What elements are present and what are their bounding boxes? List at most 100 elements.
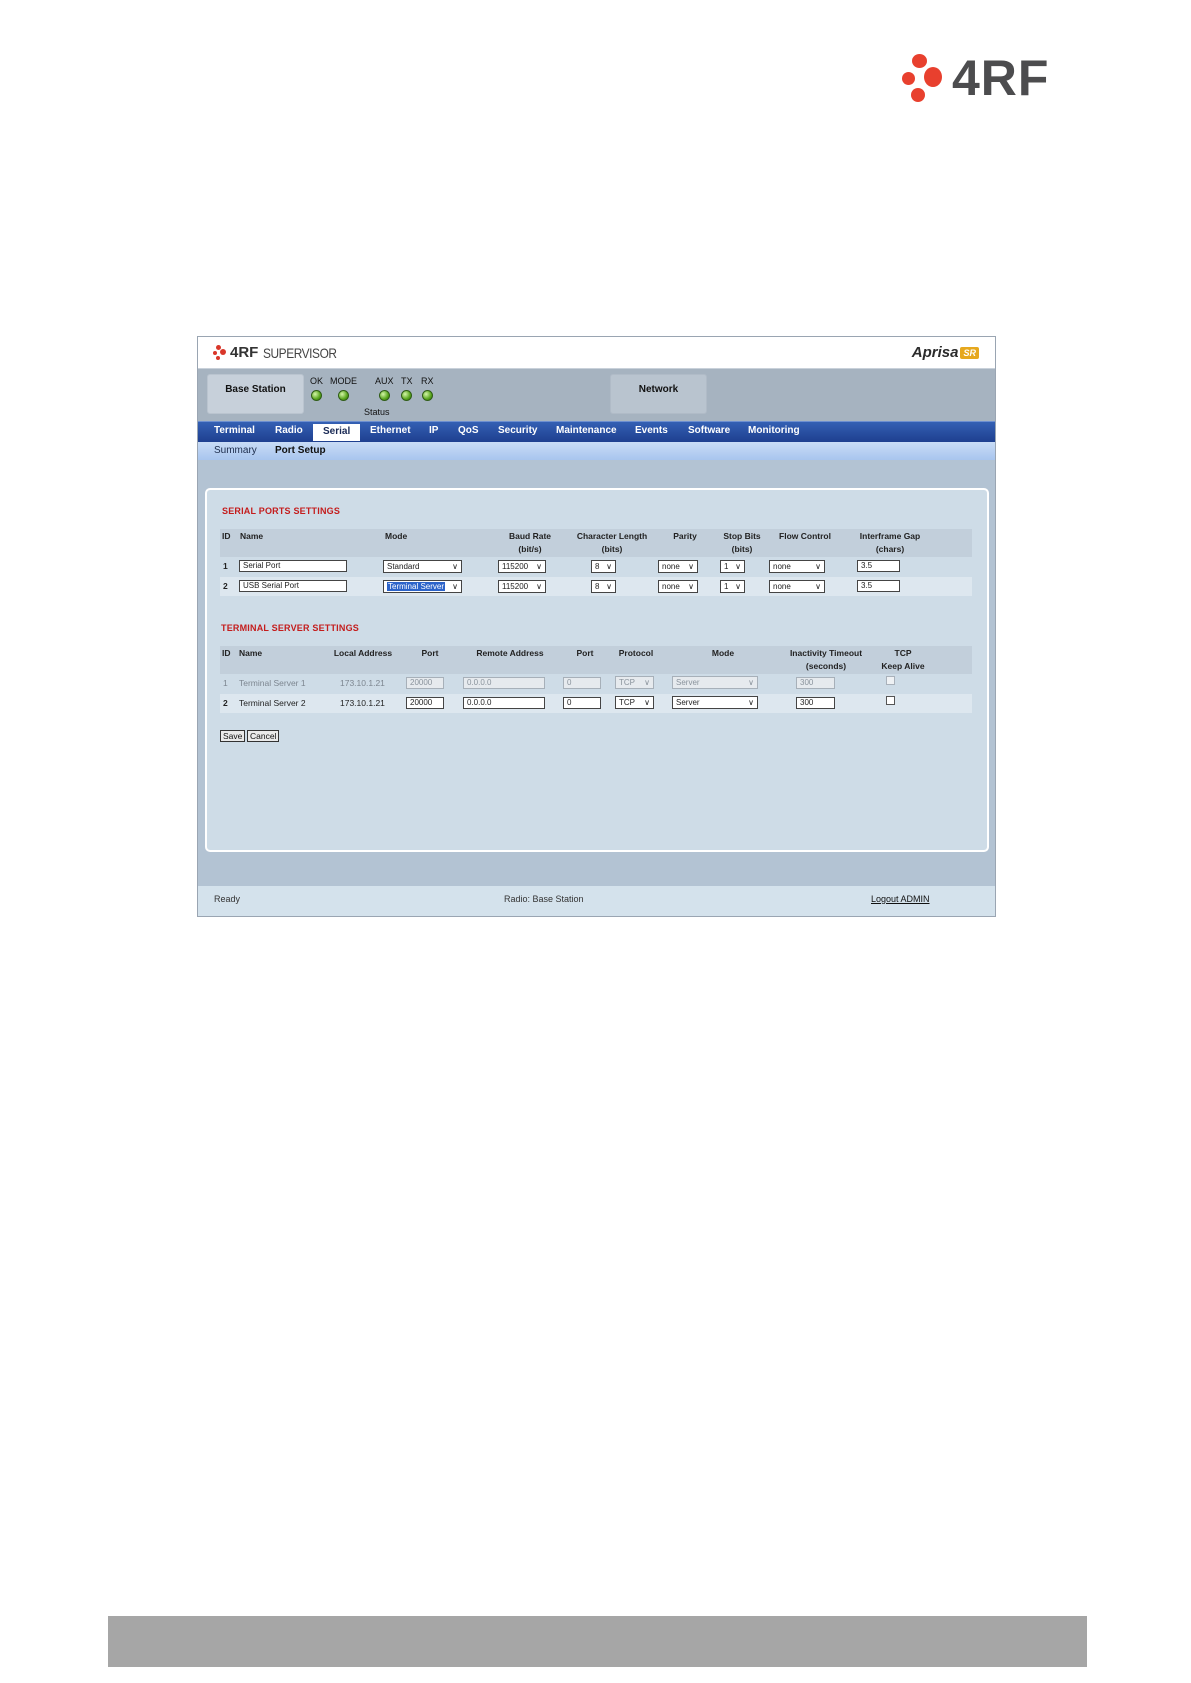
server-mode-select[interactable]: Server ∨ [672,676,758,689]
4rf-dots-icon [902,54,948,102]
aux-led-icon [378,390,390,401]
col-interframe-gap: Interframe Gap (chars) [852,530,928,556]
protocol-select[interactable]: TCP ∨ [615,696,654,709]
mode-select[interactable]: Standard ∨ [383,560,462,573]
led-label: MODE [330,376,357,386]
col-flow-control: Flow Control [779,531,831,541]
mode-value: Terminal Server [387,582,446,591]
char-length-select[interactable]: 8 ∨ [591,560,616,573]
flow-control-select[interactable]: none ∨ [769,560,825,573]
chevron-down-icon: ∨ [536,582,542,591]
flow-value: none [773,582,791,591]
flow-control-select[interactable]: none ∨ [769,580,825,593]
tab-ethernet[interactable]: Ethernet [370,425,411,436]
led-label: AUX [375,376,394,386]
network-button[interactable]: Network [610,374,707,414]
col-gap-line2: (chars) [875,544,905,554]
remote-address-input[interactable]: 0.0.0.0 [463,697,545,709]
stop-bits-select[interactable]: 1 ∨ [720,580,745,593]
subtab-port-setup[interactable]: Port Setup [275,445,326,456]
col-port: Port [421,648,439,658]
port-name-input[interactable]: USB Serial Port [239,580,347,592]
keep-alive-checkbox[interactable] [886,676,895,685]
local-address: 173.10.1.21 [340,698,385,708]
main-nav: Terminal Radio Serial Ethernet IP QoS Se… [198,421,995,442]
mode-value: Standard [387,562,420,571]
char-length-value: 8 [595,562,600,571]
gap-input[interactable]: 3.5 [857,560,900,572]
stop-bits-select[interactable]: 1 ∨ [720,560,745,573]
tab-radio[interactable]: Radio [275,425,303,436]
led-tx: TX [401,376,413,401]
timeout-input[interactable]: 300 [796,677,835,689]
tab-serial[interactable]: Serial [313,424,361,441]
mode-select[interactable]: Terminal Server ∨ [383,580,462,593]
flow-value: none [773,562,791,571]
row-id: 2 [223,581,228,591]
port-input[interactable]: 20000 [406,677,444,689]
keep-alive-checkbox[interactable] [886,696,895,705]
server-mode-select[interactable]: Server ∨ [672,696,758,709]
protocol-select[interactable]: TCP ∨ [615,676,654,689]
parity-value: none [662,582,680,591]
led-ok: OK [310,376,323,401]
col-stop-line1: Stop Bits [723,531,761,541]
tab-terminal[interactable]: Terminal [214,425,255,436]
network-label: Network [638,384,679,395]
server-mode-value: Server [676,678,700,687]
save-button[interactable]: Save [220,730,246,742]
tab-events[interactable]: Events [635,425,668,436]
col-parity: Parity [673,531,697,541]
station-button[interactable]: Base Station [207,374,304,414]
baud-select[interactable]: 115200 ∨ [498,560,546,573]
col-gap-line1: Interframe Gap [859,531,921,541]
logout-link[interactable]: Logout ADMIN [871,894,930,904]
parity-select[interactable]: none ∨ [658,560,698,573]
cancel-button[interactable]: Cancel [247,730,280,742]
col-tcp-line2: Keep Alive [881,661,925,671]
chevron-down-icon: ∨ [452,582,458,591]
col-timeout-line1: Inactivity Timeout [789,648,863,658]
protocol-value: TCP [619,678,635,687]
terminal-section-title: TERMINAL SERVER SETTINGS [221,623,359,633]
stop-bits-value: 1 [724,582,729,591]
col-name: Name [240,531,264,541]
baud-select[interactable]: 115200 ∨ [498,580,546,593]
col-char-length: Character Length (bits) [572,530,652,556]
tab-software[interactable]: Software [688,425,730,436]
char-length-select[interactable]: 8 ∨ [591,580,616,593]
local-address: 173.10.1.21 [340,678,385,688]
chevron-down-icon: ∨ [735,562,741,571]
logo-product: SUPERVISOR [263,344,337,361]
led-rx: RX [421,376,434,401]
subtab-summary[interactable]: Summary [214,445,257,456]
baud-value: 115200 [502,562,529,571]
tab-maintenance[interactable]: Maintenance [556,425,617,436]
port-input[interactable]: 20000 [406,697,444,709]
settings-panel: SERIAL PORTS SETTINGS ID Name Mode Baud … [205,488,989,852]
timeout-input[interactable]: 300 [796,697,835,709]
tx-led-icon [401,390,413,401]
col-baud-line2: (bit/s) [518,544,542,554]
tab-ip[interactable]: IP [429,425,438,436]
remote-address-input[interactable]: 0.0.0.0 [463,677,545,689]
parity-select[interactable]: none ∨ [658,580,698,593]
led-mode: MODE [330,376,357,401]
remote-port-input[interactable]: 0 [563,677,601,689]
col-mode: Mode [385,531,408,541]
tab-qos[interactable]: QoS [458,425,479,436]
tab-monitoring[interactable]: Monitoring [748,425,800,436]
tab-security[interactable]: Security [498,425,537,436]
remote-port-input[interactable]: 0 [563,697,601,709]
char-length-value: 8 [595,582,600,591]
footer-radio: Radio: Base Station [504,894,584,904]
chevron-down-icon: ∨ [536,562,542,571]
col-timeout-line2: (seconds) [805,661,847,671]
4rf-page-logo: 4RF [902,53,1049,103]
chevron-down-icon: ∨ [748,698,754,707]
port-name-input[interactable]: Serial Port [239,560,347,572]
sub-nav: Summary Port Setup [198,442,995,460]
chevron-down-icon: ∨ [606,582,612,591]
parity-value: none [662,562,680,571]
gap-input[interactable]: 3.5 [857,580,900,592]
